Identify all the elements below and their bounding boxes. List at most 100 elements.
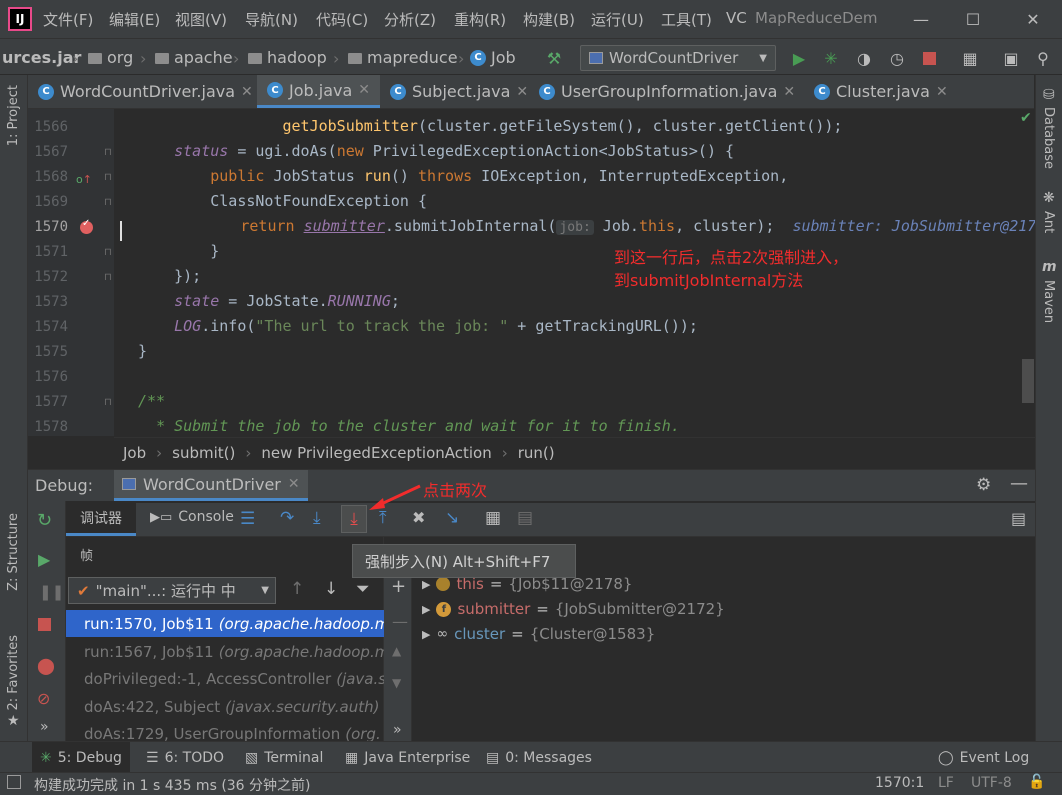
tab-job[interactable]: C Job.java ✕ bbox=[257, 75, 381, 108]
tab-wordcountdriver[interactable]: C WordCountDriver.java ✕ bbox=[28, 75, 263, 108]
crumb-mapreduce[interactable]: mapreduce bbox=[348, 48, 458, 67]
rerun-icon[interactable]: ↻ bbox=[37, 510, 52, 531]
line-number[interactable]: 1566 bbox=[28, 119, 68, 135]
gear-icon[interactable]: ⚙ bbox=[976, 475, 991, 495]
line-number[interactable]: 1572 bbox=[28, 269, 68, 285]
tab-terminal[interactable]: ▧ Terminal bbox=[237, 742, 331, 773]
add-watch-icon[interactable]: + bbox=[391, 576, 406, 597]
tool-favorites[interactable]: 2: Favorites bbox=[6, 635, 21, 711]
crumb-jar[interactable]: urces.jar bbox=[2, 48, 81, 67]
stop-debug-icon[interactable] bbox=[38, 618, 51, 631]
crumb-anonymous-class[interactable]: new PrivilegedExceptionAction bbox=[261, 444, 491, 462]
crumb-hadoop[interactable]: hadoop bbox=[248, 48, 327, 67]
close-tab-icon[interactable]: ✕ bbox=[358, 82, 370, 98]
code-line[interactable]: getJobSubmitter(cluster.getFileSystem(),… bbox=[138, 117, 843, 135]
variable-submitter[interactable]: ▶ f submitter = {JobSubmitter@2172} bbox=[422, 600, 725, 618]
code-line[interactable]: /** bbox=[138, 392, 165, 410]
expand-arrow-icon[interactable]: ▶ bbox=[422, 603, 430, 616]
file-encoding[interactable]: UTF-8 bbox=[971, 775, 1012, 791]
debug-session-tab[interactable]: WordCountDriver ✕ bbox=[114, 470, 308, 501]
resume-icon[interactable]: ▶ bbox=[38, 550, 50, 569]
pause-icon[interactable]: ❚❚ bbox=[39, 583, 64, 601]
override-marker-icon[interactable]: o↑ bbox=[76, 171, 92, 187]
crumb-run[interactable]: run() bbox=[518, 444, 555, 462]
debug-bug-icon[interactable]: ✳ bbox=[820, 47, 842, 69]
crumb-apache[interactable]: apache bbox=[155, 48, 233, 67]
code-line[interactable]: } bbox=[138, 342, 147, 360]
code-line[interactable]: LOG.info("The url to track the job: " + … bbox=[138, 317, 698, 335]
line-number[interactable]: 1573 bbox=[28, 294, 68, 310]
more-icon[interactable]: » bbox=[393, 722, 402, 738]
line-separator[interactable]: LF bbox=[938, 775, 954, 791]
frame-item[interactable]: run:1570, Job$11 (org.apache.hadoop.m bbox=[66, 610, 384, 637]
close-tab-icon[interactable]: ✕ bbox=[783, 84, 795, 100]
event-log-button[interactable]: ◯ Event Log bbox=[930, 742, 1037, 773]
close-session-icon[interactable]: ✕ bbox=[288, 476, 300, 492]
menu-build[interactable]: 构建(B) bbox=[523, 9, 575, 30]
more-icon[interactable]: » bbox=[40, 719, 49, 735]
tab-java-enterprise[interactable]: ▦ Java Enterprise bbox=[337, 742, 478, 773]
layout-settings-icon[interactable]: ▤ bbox=[1011, 509, 1026, 528]
close-tab-icon[interactable]: ✕ bbox=[241, 84, 253, 100]
fold-marker-icon[interactable]: ⊓ bbox=[104, 397, 112, 408]
tool-maven[interactable]: Maven bbox=[1041, 280, 1056, 323]
breakpoint-icon[interactable]: ✓ bbox=[80, 218, 93, 238]
crumb-job-class[interactable]: Job bbox=[123, 444, 146, 462]
line-number[interactable]: 1571 bbox=[28, 244, 68, 260]
move-up-icon[interactable]: ▲ bbox=[392, 644, 401, 658]
caret-position[interactable]: 1570:1 bbox=[875, 775, 924, 791]
tab-messages[interactable]: ▤ 0: Messages bbox=[478, 742, 600, 773]
move-down-icon[interactable]: ▼ bbox=[392, 676, 401, 690]
crumb-job[interactable]: C Job bbox=[470, 48, 516, 67]
code-line[interactable]: state = JobState.RUNNING; bbox=[138, 292, 400, 310]
arrow-up-icon[interactable]: ↑ bbox=[290, 579, 304, 599]
code-line[interactable]: } bbox=[138, 242, 219, 260]
menu-analyze[interactable]: 分析(Z) bbox=[384, 9, 436, 30]
code-line[interactable]: }); bbox=[138, 267, 201, 285]
frame-item[interactable]: doAs:422, Subject (javax.security.auth) bbox=[66, 693, 384, 720]
run-configuration-select[interactable]: WordCountDriver ▼ bbox=[580, 45, 776, 71]
line-number[interactable]: 1567 bbox=[28, 144, 68, 160]
run-icon[interactable]: ▶ bbox=[788, 47, 810, 69]
tab-cluster[interactable]: C Cluster.java ✕ bbox=[804, 75, 958, 108]
fold-marker-icon[interactable]: ⊓ bbox=[104, 197, 112, 208]
menu-refactor[interactable]: 重构(R) bbox=[454, 9, 506, 30]
minimize-icon[interactable]: — bbox=[898, 6, 944, 32]
code-line[interactable]: return submitter.submitJobInternal(job: … bbox=[132, 217, 1035, 235]
code-line[interactable]: public JobStatus run() throws IOExceptio… bbox=[138, 167, 788, 185]
menu-view[interactable]: 视图(V) bbox=[175, 9, 227, 30]
toggle-tool-windows-icon[interactable] bbox=[7, 775, 21, 789]
maximize-icon[interactable]: ☐ bbox=[950, 6, 996, 32]
stop-icon[interactable] bbox=[918, 47, 940, 69]
editor-gutter[interactable]: 1566 1567 1568 1569 1570 1571 1572 1573 1574 1575… bbox=[28, 109, 114, 436]
menu-tools[interactable]: 工具(T) bbox=[661, 9, 712, 30]
line-number[interactable]: 1577 bbox=[28, 394, 68, 410]
code-line[interactable]: status = ugi.doAs(new PrivilegedExceptio… bbox=[138, 142, 734, 160]
coverage-icon[interactable]: ◑ bbox=[853, 47, 875, 69]
terminal-window-icon[interactable]: ▣ bbox=[1000, 47, 1022, 69]
step-over-icon[interactable]: ↷ bbox=[280, 508, 294, 528]
editor-scrollbar-thumb[interactable] bbox=[1022, 359, 1034, 403]
line-number[interactable]: 1575 bbox=[28, 344, 68, 360]
force-step-into-icon[interactable]: ⤓ bbox=[341, 505, 367, 533]
crumb-org[interactable]: org bbox=[88, 48, 133, 67]
tab-subject[interactable]: C Subject.java ✕ bbox=[380, 75, 538, 108]
lock-icon[interactable]: 🔓 bbox=[1028, 774, 1045, 790]
trace-stream-icon[interactable]: ▤ bbox=[517, 508, 533, 528]
tab-debugger[interactable]: 调试器 bbox=[66, 503, 136, 536]
line-number[interactable]: 1578 bbox=[28, 419, 68, 435]
line-number[interactable]: 1569 bbox=[28, 194, 68, 210]
fold-marker-icon[interactable]: ⊓ bbox=[104, 172, 112, 183]
menu-code[interactable]: 代码(C) bbox=[316, 9, 368, 30]
line-number[interactable]: 1570 bbox=[28, 219, 68, 235]
line-number[interactable]: 1576 bbox=[28, 369, 68, 385]
view-breakpoints-icon[interactable]: ⬤ bbox=[37, 656, 55, 675]
menu-edit[interactable]: 编辑(E) bbox=[109, 9, 160, 30]
line-number[interactable]: 1574 bbox=[28, 319, 68, 335]
tool-project[interactable]: 1: Project bbox=[6, 85, 21, 146]
code-line[interactable]: * Submit the job to the cluster and wait… bbox=[138, 417, 680, 435]
variable-cluster[interactable]: ▶ ∞ cluster = {Cluster@1583} bbox=[422, 625, 655, 643]
remove-watch-icon[interactable]: — bbox=[392, 612, 408, 631]
run-to-cursor-icon[interactable]: ↘ bbox=[445, 508, 459, 528]
close-tab-icon[interactable]: ✕ bbox=[516, 84, 528, 100]
